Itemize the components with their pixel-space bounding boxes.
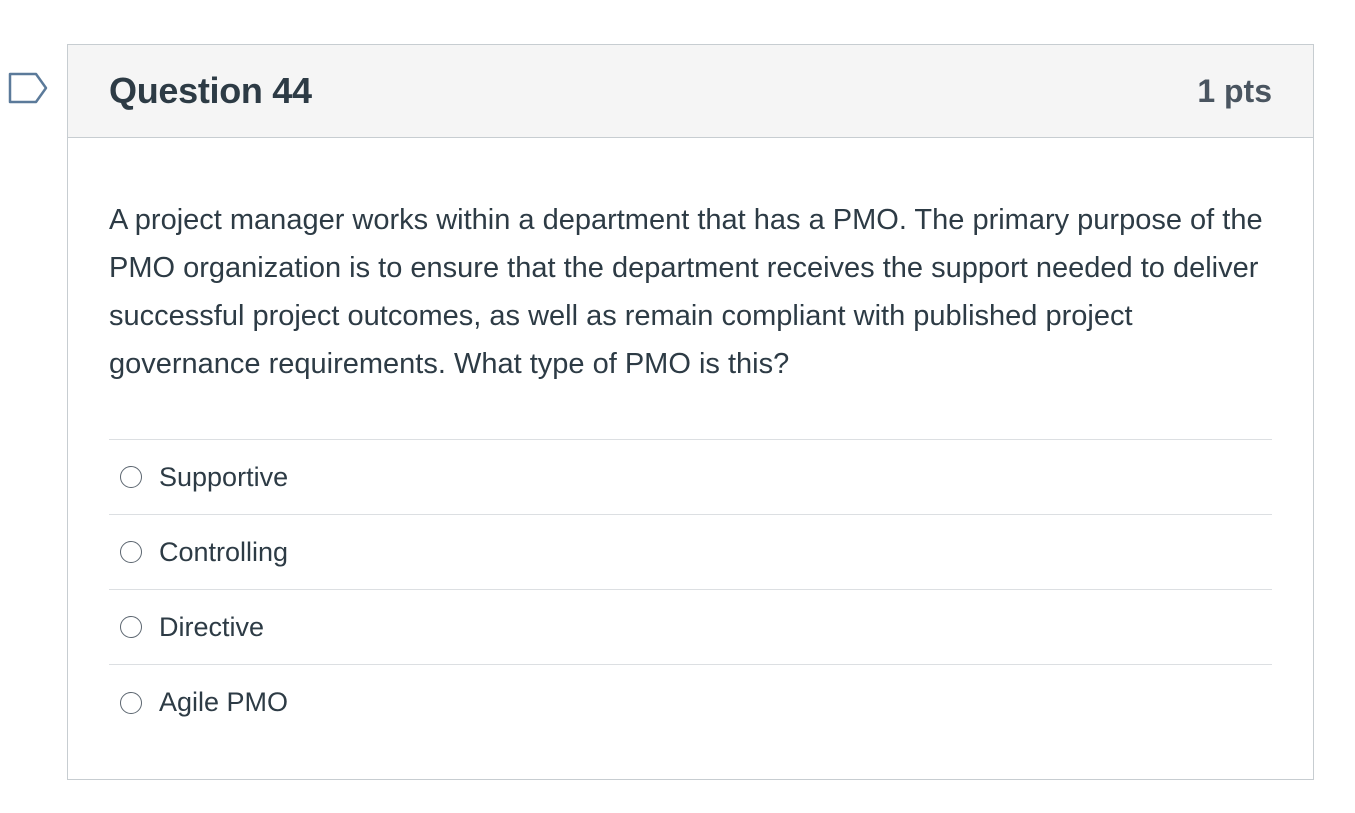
question-header: Question 44 1 pts (68, 45, 1313, 138)
answer-option[interactable]: Supportive (109, 440, 1272, 515)
question-title: Question 44 (109, 70, 312, 111)
question-body: A project manager works within a departm… (68, 138, 1313, 740)
question-card: Question 44 1 pts A project manager work… (67, 44, 1314, 780)
flag-question-icon[interactable] (8, 72, 48, 104)
answer-label[interactable]: Directive (159, 612, 264, 643)
radio-button[interactable] (120, 466, 142, 488)
question-points: 1 pts (1197, 72, 1272, 109)
radio-button[interactable] (120, 616, 142, 638)
answer-option[interactable]: Agile PMO (109, 665, 1272, 740)
answer-list: Supportive Controlling Directive Agile P… (109, 439, 1272, 740)
radio-button[interactable] (120, 541, 142, 563)
answer-label[interactable]: Supportive (159, 462, 288, 493)
question-text: A project manager works within a departm… (109, 204, 1263, 380)
answer-option[interactable]: Controlling (109, 515, 1272, 590)
radio-button[interactable] (120, 691, 142, 714)
answer-label[interactable]: Agile PMO (159, 687, 288, 718)
answer-option[interactable]: Directive (109, 590, 1272, 665)
answer-label[interactable]: Controlling (159, 537, 288, 568)
